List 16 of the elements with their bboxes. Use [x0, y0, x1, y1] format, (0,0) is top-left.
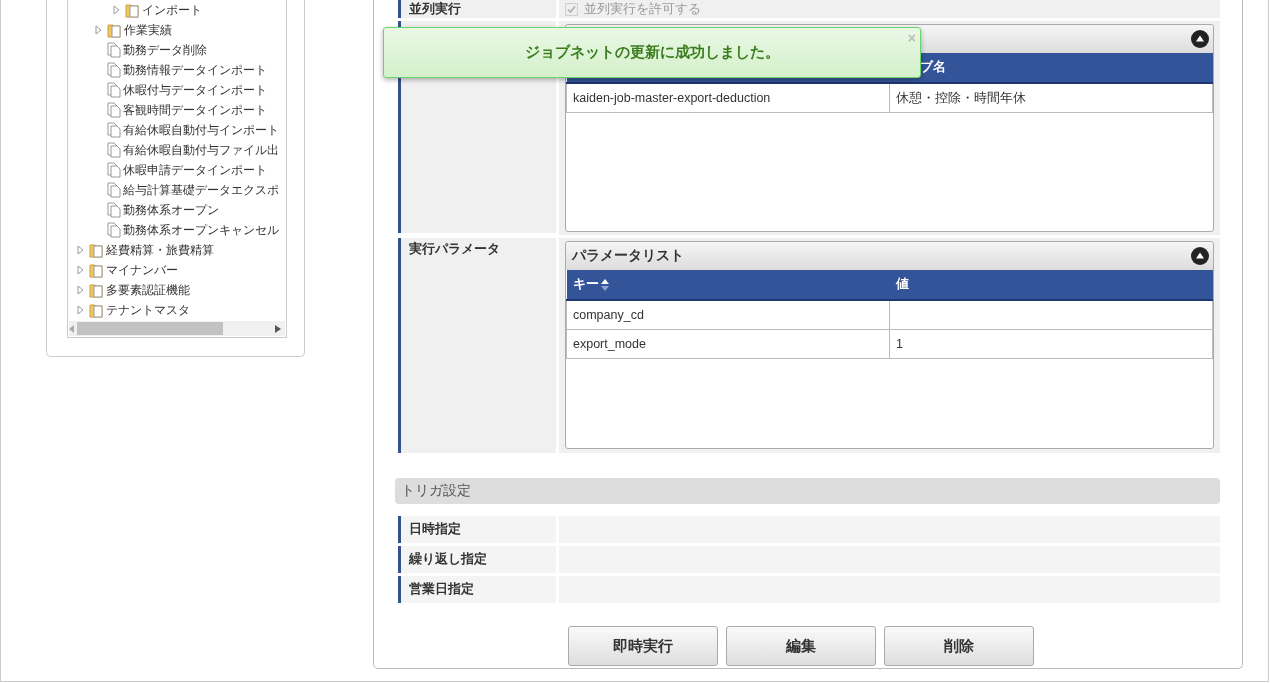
table-cell: kaiden-job-master-export-deduction	[566, 83, 890, 113]
toast-message: ジョブネットの更新に成功しました。	[524, 43, 780, 62]
field-label: 日時指定	[398, 516, 556, 543]
field-label: 営業日指定	[398, 576, 556, 603]
column-header: ブ名	[889, 53, 1213, 83]
table-cell: 休憩・控除・時間年休	[889, 83, 1213, 113]
checkbox-label: 並列実行を許可する	[584, 1, 701, 18]
table-cell: company_cd	[566, 300, 890, 330]
field-label: 実行パラメータ	[398, 238, 556, 453]
column-header: 値	[889, 270, 1213, 300]
field-label: 繰り返し指定	[398, 546, 556, 573]
panel-title: パラメータリスト	[572, 247, 684, 265]
table-cell: 1	[889, 329, 1213, 359]
field-label: 並列実行	[398, 0, 556, 18]
section-header: トリガ設定	[395, 478, 1220, 504]
table-cell: export_mode	[566, 329, 890, 359]
